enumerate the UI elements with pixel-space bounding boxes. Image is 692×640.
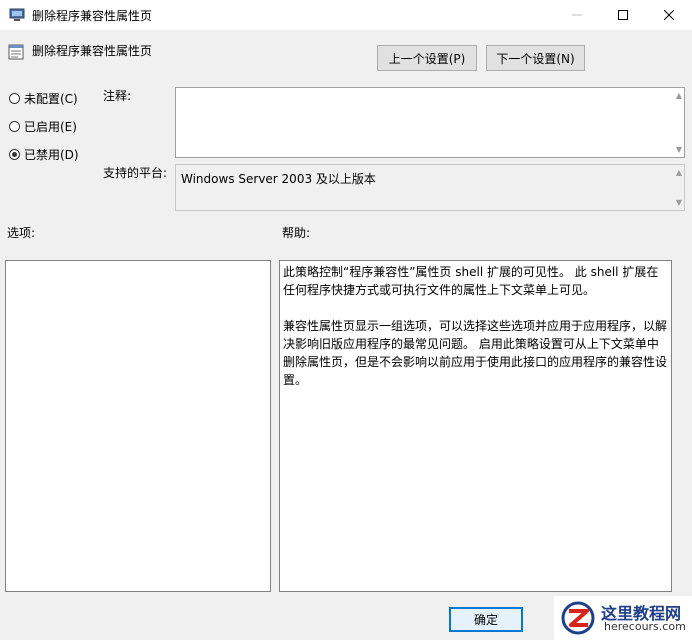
window-title: 删除程序兼容性属性页 <box>32 9 153 23</box>
maximize-icon[interactable] <box>600 0 646 30</box>
radio-not-configured[interactable]: 未配置(C) <box>9 90 78 107</box>
comment-label: 注释: <box>103 89 132 103</box>
minimize-icon[interactable] <box>554 0 600 30</box>
policy-setting-icon <box>8 44 24 60</box>
watermark-url-text: herecours.com <box>604 620 686 633</box>
radio-checked-icon <box>9 149 20 160</box>
ok-button[interactable]: 确定 <box>449 607 523 632</box>
policy-name: 删除程序兼容性属性页 <box>32 44 153 58</box>
options-panel <box>5 260 271 592</box>
scroll-down-icon[interactable]: ▼ <box>676 145 682 154</box>
options-label: 选项: <box>7 226 36 240</box>
platform-value: Windows Server 2003 及以上版本 <box>181 172 376 186</box>
radio-circle-icon <box>9 121 20 132</box>
radio-circle-icon <box>9 93 20 104</box>
help-label: 帮助: <box>282 226 311 240</box>
scroll-up-icon[interactable]: ▲ <box>676 168 682 177</box>
platform-field: Windows Server 2003 及以上版本 ▲ ▼ <box>175 164 685 211</box>
radio-label: 已启用(E) <box>24 120 77 134</box>
close-icon[interactable] <box>646 0 692 30</box>
watermark-logo-icon <box>561 601 595 635</box>
help-text: 此策略控制“程序兼容性”属性页 shell 扩展的可见性。 此 shell 扩展… <box>283 265 668 387</box>
platform-label: 支持的平台: <box>103 166 168 180</box>
scroll-up-icon[interactable]: ▲ <box>676 91 682 100</box>
radio-label: 已禁用(D) <box>24 148 79 162</box>
scroll-down-icon[interactable]: ▼ <box>676 198 682 207</box>
comment-field[interactable]: ▲ ▼ <box>175 87 685 158</box>
radio-label: 未配置(C) <box>24 92 78 106</box>
previous-setting-button[interactable]: 上一个设置(P) <box>377 45 477 71</box>
radio-disabled[interactable]: 已禁用(D) <box>9 146 79 163</box>
radio-enabled[interactable]: 已启用(E) <box>9 118 77 135</box>
policy-window-icon <box>9 8 25 21</box>
next-setting-button[interactable]: 下一个设置(N) <box>486 45 585 71</box>
